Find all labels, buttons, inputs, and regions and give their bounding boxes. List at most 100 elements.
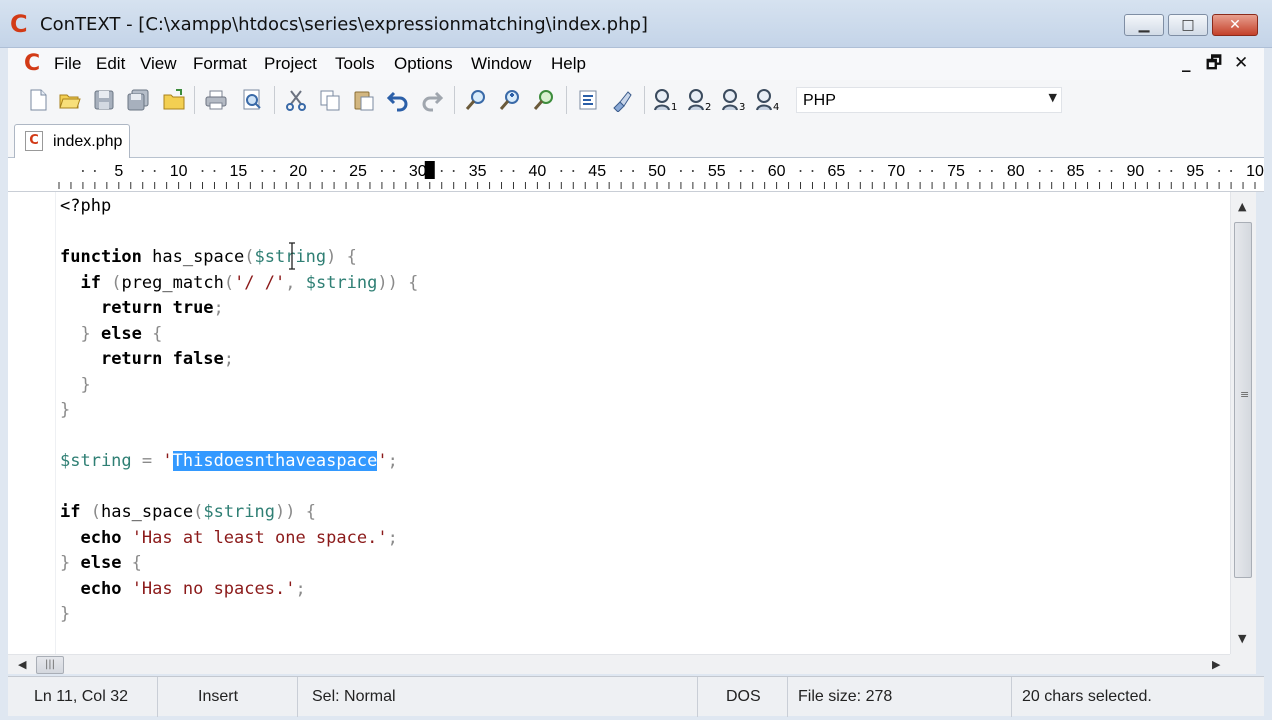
ruler-dot (560, 170, 563, 172)
code-token: has_space (141, 247, 245, 267)
ruler-label: 50 (648, 163, 666, 180)
code-token: ( (193, 502, 204, 522)
code-token: ( (100, 272, 122, 293)
scroll-down-icon[interactable]: ▼ (1238, 632, 1246, 645)
menu-help[interactable]: Help (551, 54, 586, 74)
column-ruler: 5 10 15 20 25 30 35 40 45 50 55 60 65 70 75 80 85 90 95 10 (8, 158, 1264, 192)
ruler-dot (440, 170, 443, 172)
code-token: echo (80, 527, 122, 548)
user-tool-4-icon[interactable]: 4 (754, 88, 782, 112)
ruler-dot (919, 170, 922, 172)
vertical-scrollbar[interactable]: ▲ ≡ ▼ (1230, 192, 1256, 654)
code-editor[interactable]: <?php function has_space($string) { if (… (8, 192, 1230, 654)
status-line-endings: DOS (698, 677, 788, 717)
scroll-right-icon[interactable]: ▶ (1212, 658, 1220, 671)
print-icon[interactable] (204, 88, 228, 112)
menu-project[interactable]: Project (264, 54, 317, 74)
ruler-dot (153, 170, 156, 172)
ruler-dot (1050, 170, 1053, 172)
tab-index-php[interactable]: C index.php (14, 124, 130, 158)
code-line[interactable]: return false; (60, 347, 418, 373)
code-line[interactable]: echo 'Has at least one space.'; (60, 526, 418, 552)
ruler-dot (273, 170, 276, 172)
menu-view[interactable]: View (140, 54, 177, 74)
highlighter-icon[interactable] (610, 88, 634, 112)
code-line[interactable]: } (60, 602, 418, 628)
save-icon[interactable] (92, 88, 116, 112)
find-icon[interactable] (464, 88, 488, 112)
menu-edit[interactable]: Edit (96, 54, 125, 74)
horizontal-scrollbar[interactable]: ◀ ||| ▶ (8, 654, 1230, 674)
user-tool-3-icon[interactable]: 3 (720, 88, 748, 112)
grip-icon: ≡ (1240, 388, 1250, 401)
code-area[interactable]: <?php function has_space($string) { if (… (60, 194, 418, 628)
ruler-label: 55 (708, 163, 726, 180)
code-line[interactable]: <?php (60, 194, 418, 220)
language-value: PHP (803, 92, 836, 109)
code-token: } (60, 374, 91, 395)
user-tool-1-icon[interactable]: 1 (652, 88, 680, 112)
ruler-label: 60 (768, 163, 786, 180)
print-preview-icon[interactable] (240, 88, 264, 112)
mdi-restore-button[interactable]: 🗗 (1206, 52, 1222, 74)
ruler-dot (620, 170, 623, 172)
code-token: } (60, 604, 71, 624)
code-line[interactable]: echo 'Has no spaces.'; (60, 577, 418, 603)
open-file-icon[interactable] (58, 88, 82, 112)
mdi-minimize-button[interactable]: _ (1182, 52, 1191, 74)
code-line[interactable] (60, 220, 418, 246)
code-line[interactable]: if (has_space($string)) { (60, 500, 418, 526)
scroll-left-icon[interactable]: ◀ (18, 658, 26, 671)
user-tool-2-icon[interactable]: 2 (686, 88, 714, 112)
code-token: if (60, 502, 81, 522)
menu-format[interactable]: Format (193, 54, 247, 74)
close-button[interactable]: ✕ (1212, 14, 1258, 36)
menu-tools[interactable]: Tools (335, 54, 375, 74)
language-select[interactable]: PHP ▼ (796, 87, 1062, 113)
find-next-icon[interactable] (498, 88, 522, 112)
save-all-icon[interactable] (126, 88, 150, 112)
code-line[interactable]: } (60, 398, 418, 424)
code-line[interactable] (60, 475, 418, 501)
code-line[interactable]: } (60, 373, 418, 399)
copy-icon[interactable] (318, 88, 342, 112)
ruler-label: 30 (409, 163, 427, 180)
replace-icon[interactable] (532, 88, 556, 112)
maximize-button[interactable]: □ (1168, 14, 1208, 36)
code-token: 'Has no spaces.' (131, 578, 296, 599)
new-file-icon[interactable] (26, 88, 50, 112)
menu-file[interactable]: File (54, 54, 81, 74)
ruler-dot (859, 170, 862, 172)
ruler-label: 45 (588, 163, 606, 180)
menu-window[interactable]: Window (471, 54, 531, 74)
php-file-icon: C (25, 131, 43, 151)
menu-options[interactable]: Options (394, 54, 453, 74)
code-token: , (285, 272, 306, 293)
chevron-down-icon[interactable]: ▼ (1049, 91, 1057, 104)
horizontal-scroll-thumb[interactable]: ||| (36, 656, 64, 674)
scroll-up-icon[interactable]: ▲ (1238, 200, 1246, 213)
ruler-dot (871, 170, 874, 172)
format-icon[interactable] (576, 88, 600, 112)
open-folder-icon[interactable] (162, 88, 186, 112)
code-line[interactable]: } else { (60, 322, 418, 348)
mdi-close-button[interactable]: ✕ (1234, 52, 1248, 74)
app-logo-icon: C (10, 10, 28, 38)
redo-icon[interactable] (420, 88, 444, 112)
code-line[interactable]: $string = 'Thisdoesnthaveaspace'; (60, 449, 418, 475)
ruler-dot (512, 170, 515, 172)
code-token: function (60, 247, 142, 267)
cut-icon[interactable] (284, 88, 308, 112)
toolbar-separator (454, 86, 455, 114)
minimize-button[interactable]: ▁ (1124, 14, 1164, 36)
undo-icon[interactable] (386, 88, 410, 112)
code-line[interactable]: return true; (60, 296, 418, 322)
code-line[interactable] (60, 424, 418, 450)
code-line[interactable]: if (preg_match('/ /', $string)) { (60, 271, 418, 297)
code-line[interactable]: } else { (60, 551, 418, 577)
vertical-scroll-thumb[interactable]: ≡ (1234, 222, 1252, 578)
code-line[interactable]: function has_space($string) { (60, 245, 418, 271)
status-selection-mode: Sel: Normal (298, 677, 698, 717)
document-logo-icon[interactable]: C (24, 52, 40, 76)
paste-icon[interactable] (352, 88, 376, 112)
